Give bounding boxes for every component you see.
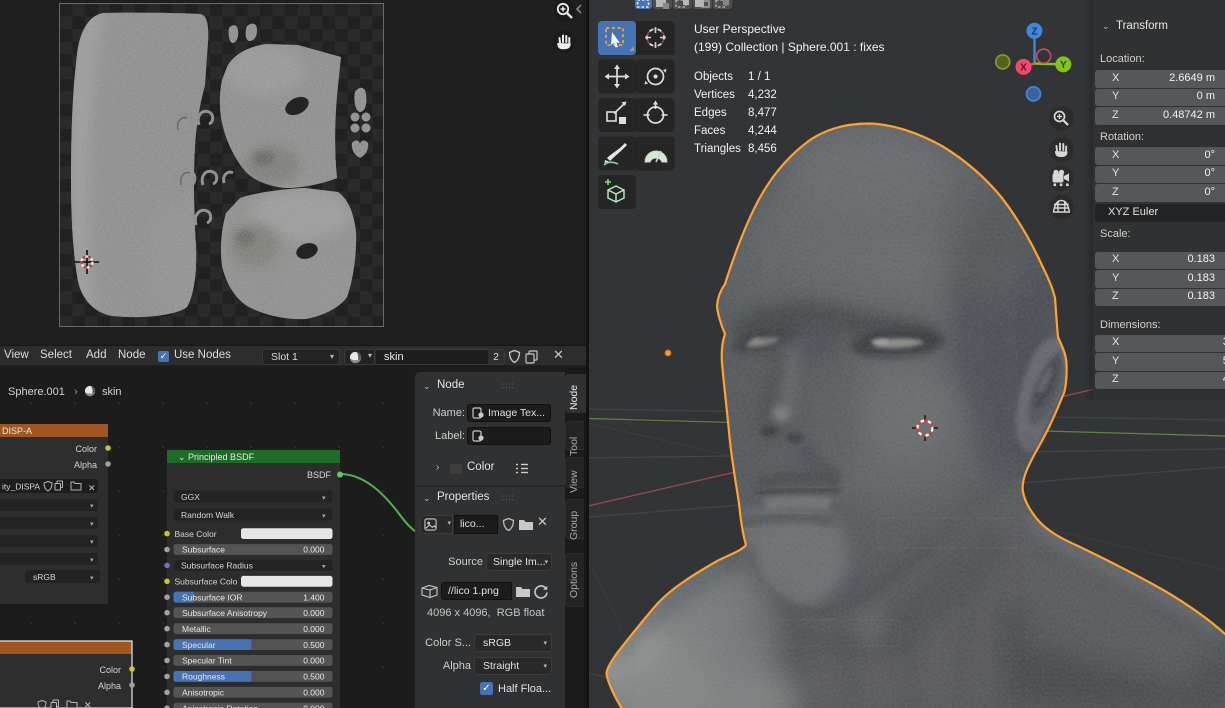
svg-text:Specular Tint: Specular Tint (182, 656, 232, 666)
svg-text:Alpha: Alpha (98, 681, 121, 691)
svg-text:▾: ▾ (322, 564, 326, 571)
svg-text:▾: ▾ (90, 557, 94, 564)
svg-text:Edges: Edges (694, 107, 727, 119)
svg-text:0.000: 0.000 (303, 703, 325, 708)
svg-text:8,456: 8,456 (748, 143, 777, 155)
svg-text:▾: ▾ (90, 575, 94, 582)
svg-text:Subsurface Radius: Subsurface Radius (181, 561, 253, 571)
svg-text:Alpha: Alpha (74, 460, 97, 470)
svg-text:4,244: 4,244 (748, 125, 777, 137)
svg-text:X: X (1020, 63, 1027, 74)
svg-text:sRGB: sRGB (33, 572, 56, 582)
svg-text:Anisotropic: Anisotropic (182, 688, 225, 698)
svg-text:User Perspective: User Perspective (694, 22, 786, 36)
svg-text:0.500: 0.500 (303, 672, 325, 682)
svg-text:▾: ▾ (90, 503, 94, 510)
svg-text:Roughness: Roughness (182, 672, 225, 682)
svg-text:Color: Color (75, 444, 97, 454)
svg-text:Color: Color (99, 665, 121, 675)
svg-text:▾: ▾ (90, 539, 94, 546)
svg-text:Vertices: Vertices (694, 89, 735, 101)
svg-text:✕: ✕ (88, 483, 96, 493)
svg-text:Anisotropic Rotation: Anisotropic Rotation (182, 703, 258, 708)
svg-text:(199) Collection | Sphere.001: (199) Collection | Sphere.001 : fixes (694, 40, 885, 54)
svg-text:Z: Z (1031, 27, 1037, 38)
svg-text:▾: ▾ (90, 521, 94, 528)
svg-text:0.000: 0.000 (303, 608, 325, 618)
svg-text:8,477: 8,477 (748, 107, 777, 119)
svg-text:1 / 1: 1 / 1 (748, 71, 770, 83)
svg-text:▾: ▾ (322, 513, 326, 520)
svg-text:0.000: 0.000 (303, 545, 325, 555)
svg-text:⌄ Principled BSDF: ⌄ Principled BSDF (178, 452, 255, 462)
svg-text:0.000: 0.000 (303, 656, 325, 666)
svg-text:1.400: 1.400 (303, 592, 325, 602)
svg-text:▾: ▾ (322, 495, 326, 502)
svg-text:0.000: 0.000 (303, 624, 325, 634)
svg-text:Objects: Objects (694, 71, 733, 83)
svg-text:✕: ✕ (84, 700, 92, 708)
svg-text:Base Color: Base Color (175, 529, 217, 539)
svg-text:Subsurface Colo: Subsurface Colo (175, 577, 238, 587)
svg-text:Random Walk: Random Walk (181, 510, 235, 520)
svg-text:Subsurface: Subsurface (182, 545, 225, 555)
svg-text:DISP-A: DISP-A (2, 426, 32, 436)
svg-text:Specular: Specular (182, 640, 216, 650)
svg-text:Y: Y (1060, 60, 1067, 71)
svg-text:Subsurface Anisotropy: Subsurface Anisotropy (182, 608, 268, 618)
svg-text:GGX: GGX (181, 492, 200, 502)
svg-text:BSDF: BSDF (307, 470, 332, 480)
svg-text:Metallic: Metallic (182, 624, 212, 634)
svg-text:4,232: 4,232 (748, 89, 777, 101)
svg-text:Triangles: Triangles (694, 143, 741, 155)
svg-text:ity_DISPA: ity_DISPA (2, 482, 40, 492)
svg-text:0.500: 0.500 (303, 640, 325, 650)
svg-text:0.000: 0.000 (303, 688, 325, 698)
svg-text:Faces: Faces (694, 125, 726, 137)
svg-text:Subsurface IOR: Subsurface IOR (182, 592, 242, 602)
